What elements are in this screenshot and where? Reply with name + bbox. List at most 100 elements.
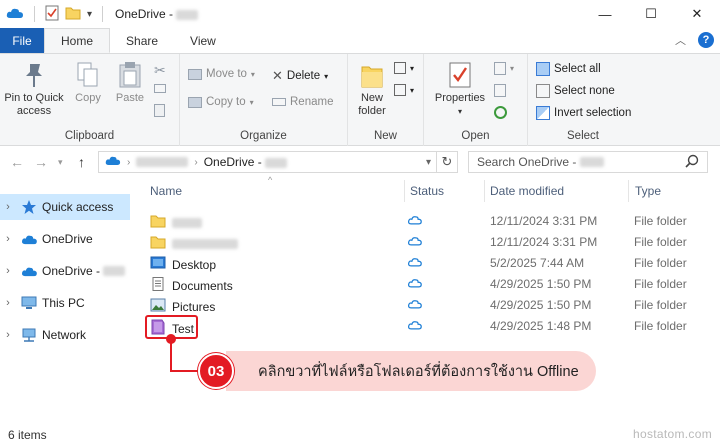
new-item-button[interactable]: ▾ (394, 62, 414, 74)
nav-item-quick-access[interactable]: › Quick access (0, 194, 130, 220)
nav-item-network[interactable]: › Network (0, 322, 130, 348)
new-folder-quick-icon[interactable] (65, 6, 81, 23)
tab-home[interactable]: Home (44, 28, 111, 53)
paste-shortcut-button[interactable] (154, 104, 165, 117)
file-row[interactable]: Test 4/29/2025 1:48 PM File folder (132, 316, 720, 337)
minimize-button[interactable]: — (582, 0, 628, 28)
customize-toolbar-icon[interactable]: ▾ (87, 9, 92, 20)
file-row[interactable]: Documents 4/29/2025 1:50 PM File folder (132, 274, 720, 295)
select-none-button[interactable]: Select none (536, 84, 615, 98)
file-row[interactable]: 12/11/2024 3:31 PM File folder (132, 232, 720, 253)
cloud-status-icon (408, 298, 422, 312)
invert-selection-button[interactable]: Invert selection (536, 106, 631, 120)
move-to-icon (188, 68, 202, 80)
edit-button[interactable] (494, 84, 506, 97)
clipboard-group-label: Clipboard (64, 130, 115, 142)
file-row[interactable]: 12/11/2024 3:31 PM File folder (132, 211, 720, 232)
pin-to-quick-access-button[interactable]: Pin to Quick access (2, 60, 66, 118)
up-arrow-icon[interactable]: ↑ (78, 154, 85, 170)
select-group: Select all Select none Invert selection … (528, 54, 638, 146)
open-group: Properties ▾ ▾ Open (424, 54, 528, 146)
file-type: File folder (634, 256, 687, 270)
new-item-icon (394, 62, 406, 74)
file-row[interactable]: Pictures 4/29/2025 1:50 PM File folder (132, 295, 720, 316)
column-header-date[interactable]: Date modified (490, 178, 564, 204)
delete-button[interactable]: ✕ Delete ▾ (272, 68, 328, 84)
nav-item-onedrive[interactable]: › OneDrive (0, 226, 130, 252)
column-divider[interactable] (484, 180, 485, 202)
open-button[interactable]: ▾ (494, 62, 514, 75)
expand-chevron-icon[interactable]: › (0, 297, 16, 309)
select-none-icon (536, 84, 550, 98)
forward-arrow-icon[interactable]: → (34, 154, 48, 170)
column-divider[interactable] (628, 180, 629, 202)
column-header-status[interactable]: Status (410, 178, 444, 204)
navigation-pane: › Quick access › OneDrive › OneDrive - ›… (0, 178, 130, 424)
nav-label: OneDrive - (42, 264, 101, 278)
folder-icon (150, 214, 166, 231)
address-bar[interactable]: › › OneDrive - ▾ ↻ (98, 151, 458, 173)
column-header-name[interactable]: Name (150, 178, 182, 204)
paste-button[interactable]: Paste (112, 60, 148, 105)
back-arrow-icon[interactable]: ← (10, 154, 24, 170)
expand-chevron-icon[interactable]: › (0, 329, 16, 341)
file-date: 12/11/2024 3:31 PM (490, 235, 598, 249)
collapse-ribbon-icon[interactable]: ︿ (675, 32, 686, 48)
recent-locations-icon[interactable]: ▾ (58, 157, 63, 168)
network-icon (20, 327, 38, 343)
search-box[interactable]: Search OneDrive - (468, 151, 708, 173)
ribbon-tabs: File Home Share View ︿ ? (0, 28, 720, 53)
nav-item-onedrive-business[interactable]: › OneDrive - (0, 258, 130, 284)
file-type: File folder (634, 319, 687, 333)
maximize-button[interactable]: ☐ (628, 0, 674, 28)
breadcrumb-current[interactable]: OneDrive - (204, 155, 288, 169)
refresh-icon[interactable]: ↻ (436, 151, 458, 173)
search-icon[interactable] (685, 154, 699, 171)
tab-view[interactable]: View (174, 28, 232, 53)
file-name: Desktop (172, 257, 217, 272)
file-name: Pictures (172, 299, 216, 314)
move-to-button[interactable]: Move to ▾ (188, 68, 255, 80)
column-divider[interactable] (404, 180, 405, 202)
title-bar: ▾ OneDrive - — ☐ ✕ (0, 0, 720, 28)
easy-access-button[interactable]: ▾ (394, 84, 414, 96)
expand-chevron-icon[interactable]: › (0, 233, 16, 245)
history-button[interactable] (494, 106, 507, 119)
expand-chevron-icon[interactable]: › (0, 265, 16, 277)
select-all-button[interactable]: Select all (536, 62, 601, 76)
copy-button[interactable]: Copy (70, 60, 106, 105)
sort-caret-icon: ^ (268, 175, 273, 185)
properties-quick-icon[interactable] (45, 5, 59, 24)
copy-to-icon (188, 96, 202, 108)
organize-group: Move to ▾ ✕ Delete ▾ Copy to ▾ Rename Or… (180, 54, 348, 146)
cloud-status-icon (408, 214, 422, 228)
documents-folder-icon (150, 277, 166, 294)
address-dropdown-icon[interactable]: ▾ (426, 157, 431, 168)
clipboard-group: Pin to Quick access Copy Paste ✂ Clipboa… (0, 54, 180, 146)
paste-icon (115, 60, 145, 90)
copy-path-button[interactable] (154, 84, 166, 93)
tab-file[interactable]: File (0, 28, 44, 53)
ribbon: Pin to Quick access Copy Paste ✂ Clipboa… (0, 53, 720, 146)
rename-button[interactable]: Rename (272, 96, 333, 108)
history-icon (494, 106, 507, 119)
close-button[interactable]: ✕ (674, 0, 720, 28)
help-icon[interactable]: ? (698, 32, 714, 48)
properties-button[interactable]: Properties ▾ (432, 60, 488, 118)
column-header-type[interactable]: Type (635, 178, 661, 204)
pin-icon (19, 60, 49, 90)
redacted-nav (103, 266, 126, 276)
file-row[interactable]: Desktop 5/2/2025 7:44 AM File folder (132, 253, 720, 274)
onedrive-cloud-icon (20, 263, 38, 279)
nav-item-this-pc[interactable]: › This PC (0, 290, 130, 316)
cut-button[interactable]: ✂ (154, 62, 166, 79)
select-group-label: Select (567, 130, 599, 142)
move-to-label: Move to (206, 68, 247, 80)
copy-to-button[interactable]: Copy to ▾ (188, 96, 254, 108)
new-folder-button[interactable]: New folder (352, 60, 392, 118)
tab-share[interactable]: Share (110, 28, 174, 53)
expand-chevron-icon[interactable]: › (0, 201, 16, 213)
copy-to-label: Copy to (206, 96, 246, 108)
callout-text: คลิกขวาที่ไฟล์หรือโฟลเดอร์ที่ต้องการใช้ง… (258, 363, 579, 380)
cloud-status-icon (408, 235, 422, 249)
